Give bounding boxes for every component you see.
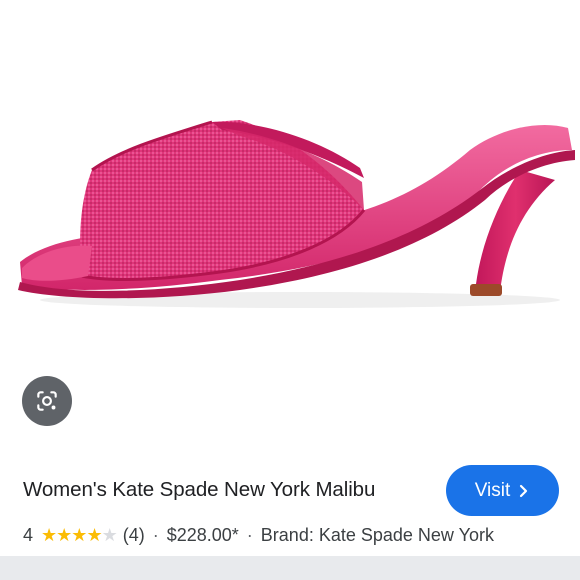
product-title[interactable]: Women's Kate Spade New York Malibu: [23, 478, 375, 502]
star-icon: ★: [41, 525, 57, 545]
visit-button[interactable]: Visit: [446, 465, 559, 516]
star-rating: ★ ★ ★ ★ ★: [41, 525, 118, 546]
star-icon: ★: [56, 525, 72, 545]
price: $228.00*: [166, 525, 239, 545]
star-icon: ★: [71, 525, 87, 545]
star-icon: ★: [101, 525, 118, 545]
product-image[interactable]: [0, 0, 580, 350]
google-lens-icon: [37, 391, 57, 411]
product-card: Women's Kate Spade New York Malibu Visit…: [0, 0, 580, 580]
visit-label: Visit: [474, 479, 511, 501]
product-meta: 4 ★ ★ ★ ★ ★ (4) · $228.00* · Brand: Kate…: [23, 525, 494, 546]
review-count[interactable]: (4): [123, 525, 145, 546]
google-lens-button[interactable]: [22, 376, 72, 426]
separator: ·: [246, 525, 253, 545]
star-icon: ★: [86, 525, 102, 545]
bottom-divider: [0, 556, 580, 580]
rating-number: 4: [23, 525, 34, 545]
separator: ·: [152, 525, 159, 545]
chevron-right-icon: [518, 484, 530, 498]
brand: Brand: Kate Spade New York: [260, 525, 494, 545]
